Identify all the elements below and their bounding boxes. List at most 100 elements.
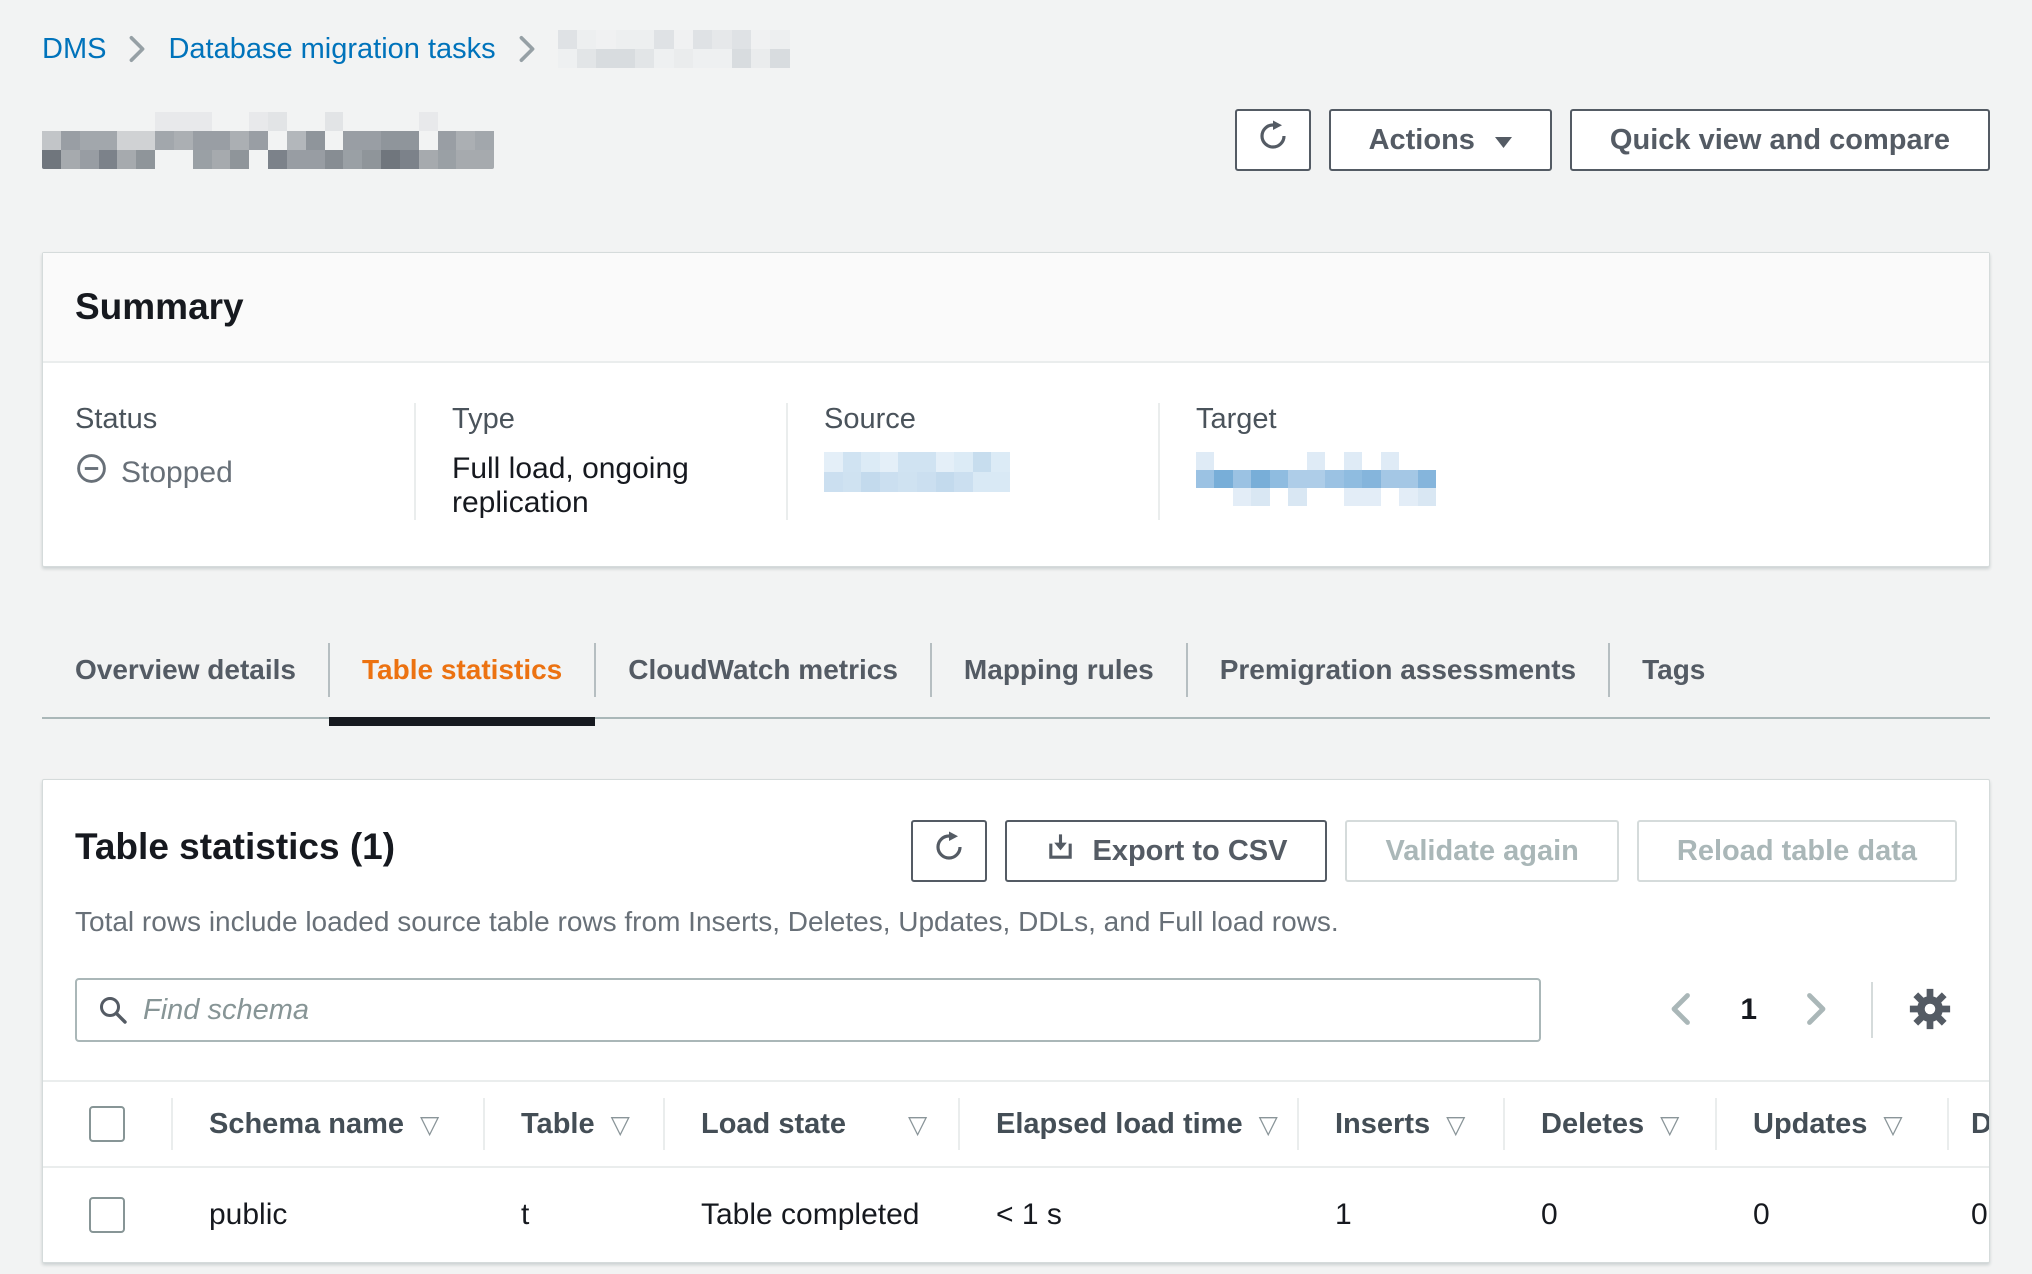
type-value: Full load, ongoing replication <box>452 452 786 520</box>
redacted-source-endpoint[interactable] <box>824 452 1010 492</box>
sort-icon: ▽ <box>908 1110 927 1139</box>
cell-ddls: 0 <box>1947 1198 1990 1232</box>
sort-icon: ▽ <box>1446 1110 1465 1139</box>
select-all-cell <box>43 1106 171 1142</box>
column-header-ddls[interactable]: DDLs ▽ <box>1947 1108 1990 1141</box>
caret-down-icon <box>1495 124 1512 157</box>
export-csv-button[interactable]: Export to CSV <box>1005 820 1327 882</box>
export-csv-label: Export to CSV <box>1092 835 1287 868</box>
tab-mapping-rules[interactable]: Mapping rules <box>931 623 1187 717</box>
preferences-button[interactable] <box>1903 982 1957 1039</box>
column-header-schema-name[interactable]: Schema name ▽ <box>171 1108 483 1141</box>
summary-body: Status Stopped Type Full load, ongoing r… <box>43 363 1989 566</box>
tab-table-statistics[interactable]: Table statistics <box>329 623 595 717</box>
refresh-button[interactable] <box>1235 109 1311 171</box>
current-page-number[interactable]: 1 <box>1740 993 1757 1027</box>
breadcrumb-link-tasks[interactable]: Database migration tasks <box>168 33 495 66</box>
cell-updates: 0 <box>1715 1198 1947 1232</box>
chevron-left-icon <box>1668 991 1692 1030</box>
summary-header: Summary <box>43 253 1989 363</box>
summary-field-target: Target <box>1158 403 1989 520</box>
reload-table-data-label: Reload table data <box>1677 835 1917 868</box>
cell-deletes: 0 <box>1503 1198 1715 1232</box>
summary-field-source: Source <box>786 403 1158 520</box>
target-label: Target <box>1196 403 1989 436</box>
refresh-icon <box>1257 120 1289 160</box>
tab-tags[interactable]: Tags <box>1609 623 1738 717</box>
source-label: Source <box>824 403 1158 436</box>
search-box <box>75 978 1541 1042</box>
download-icon <box>1045 832 1076 871</box>
column-header-elapsed-load-time[interactable]: Elapsed load time ▽ <box>958 1108 1297 1141</box>
redacted-task-name <box>42 112 494 169</box>
table-row: public t Table completed < 1 s 1 0 0 0 <box>43 1168 1990 1262</box>
chevron-right-icon <box>518 35 536 63</box>
quick-view-button-label: Quick view and compare <box>1610 124 1950 157</box>
reload-table-data-button[interactable]: Reload table data <box>1637 820 1957 882</box>
column-header-inserts[interactable]: Inserts ▽ <box>1297 1108 1503 1141</box>
breadcrumb: DMS Database migration tasks <box>42 0 1990 68</box>
page-header: Actions Quick view and compare <box>42 108 1990 172</box>
chevron-right-icon <box>1805 991 1829 1030</box>
column-header-table[interactable]: Table ▽ <box>483 1108 663 1141</box>
tab-overview-details[interactable]: Overview details <box>42 623 329 717</box>
gear-icon <box>1907 986 1953 1035</box>
column-header-label: Elapsed load time <box>996 1108 1243 1141</box>
table-header-row: Schema name ▽ Table ▽ Load state ▽ Elaps… <box>43 1080 1990 1168</box>
status-label: Status <box>75 403 414 436</box>
dms-task-page: DMS Database migration tasks Actions <box>0 0 2032 1263</box>
column-header-label: Schema name <box>209 1108 404 1141</box>
refresh-icon <box>933 831 965 871</box>
summary-field-status: Status Stopped <box>43 403 414 520</box>
validate-again-button[interactable]: Validate again <box>1345 820 1618 882</box>
cell-inserts: 1 <box>1297 1198 1503 1232</box>
column-header-deletes[interactable]: Deletes ▽ <box>1503 1108 1715 1141</box>
table-statistics-actions: Export to CSV Validate again Reload tabl… <box>911 820 1957 882</box>
table-statistics-table: Schema name ▽ Table ▽ Load state ▽ Elaps… <box>43 1080 1990 1262</box>
redacted-breadcrumb-item <box>558 30 790 68</box>
sort-icon: ▽ <box>611 1110 630 1139</box>
quick-view-button[interactable]: Quick view and compare <box>1570 109 1990 171</box>
validate-again-label: Validate again <box>1385 835 1578 868</box>
table-statistics-card: Table statistics (1) Export to CSV Valid… <box>42 779 1990 1263</box>
chevron-right-icon <box>128 35 146 63</box>
table-statistics-header: Table statistics (1) Export to CSV Valid… <box>43 820 1989 882</box>
search-input[interactable] <box>75 978 1541 1042</box>
column-header-load-state[interactable]: Load state ▽ <box>663 1108 958 1141</box>
filter-row: 1 <box>43 978 1989 1042</box>
column-header-updates[interactable]: Updates ▽ <box>1715 1108 1947 1141</box>
column-header-label: Deletes <box>1541 1108 1644 1141</box>
table-statistics-description: Total rows include loaded source table r… <box>43 906 1989 938</box>
type-label: Type <box>452 403 786 436</box>
pagination: 1 <box>1660 982 1957 1039</box>
actions-button[interactable]: Actions <box>1329 109 1552 171</box>
sort-icon: ▽ <box>1883 1110 1902 1139</box>
table-statistics-title: Table statistics (1) <box>75 820 395 868</box>
cell-elapsed-load-time: < 1 s <box>958 1198 1297 1232</box>
redacted-target-endpoint[interactable] <box>1196 452 1436 506</box>
previous-page-button[interactable] <box>1660 983 1700 1038</box>
status-value: Stopped <box>75 452 414 493</box>
tab-cloudwatch-metrics[interactable]: CloudWatch metrics <box>595 623 931 717</box>
divider <box>1871 982 1873 1038</box>
next-page-button[interactable] <box>1797 983 1837 1038</box>
row-checkbox[interactable] <box>89 1197 125 1233</box>
summary-card: Summary Status Stopped Type Full load, o… <box>42 252 1990 567</box>
column-header-label: Updates <box>1753 1108 1867 1141</box>
stopped-icon <box>75 452 108 493</box>
actions-button-label: Actions <box>1369 124 1475 157</box>
sort-icon: ▽ <box>420 1110 439 1139</box>
tab-premigration-assessments[interactable]: Premigration assessments <box>1187 623 1609 717</box>
summary-title: Summary <box>75 286 244 327</box>
sort-icon: ▽ <box>1259 1110 1278 1139</box>
refresh-table-button[interactable] <box>911 820 987 882</box>
column-header-label: DDLs <box>1971 1108 1990 1141</box>
breadcrumb-link-dms[interactable]: DMS <box>42 33 106 66</box>
column-header-label: Table <box>521 1108 595 1141</box>
select-all-checkbox[interactable] <box>89 1106 125 1142</box>
column-header-label: Load state <box>701 1108 846 1141</box>
column-header-label: Inserts <box>1335 1108 1430 1141</box>
cell-table: t <box>483 1198 663 1232</box>
sort-icon: ▽ <box>1660 1110 1679 1139</box>
status-text: Stopped <box>121 456 233 490</box>
